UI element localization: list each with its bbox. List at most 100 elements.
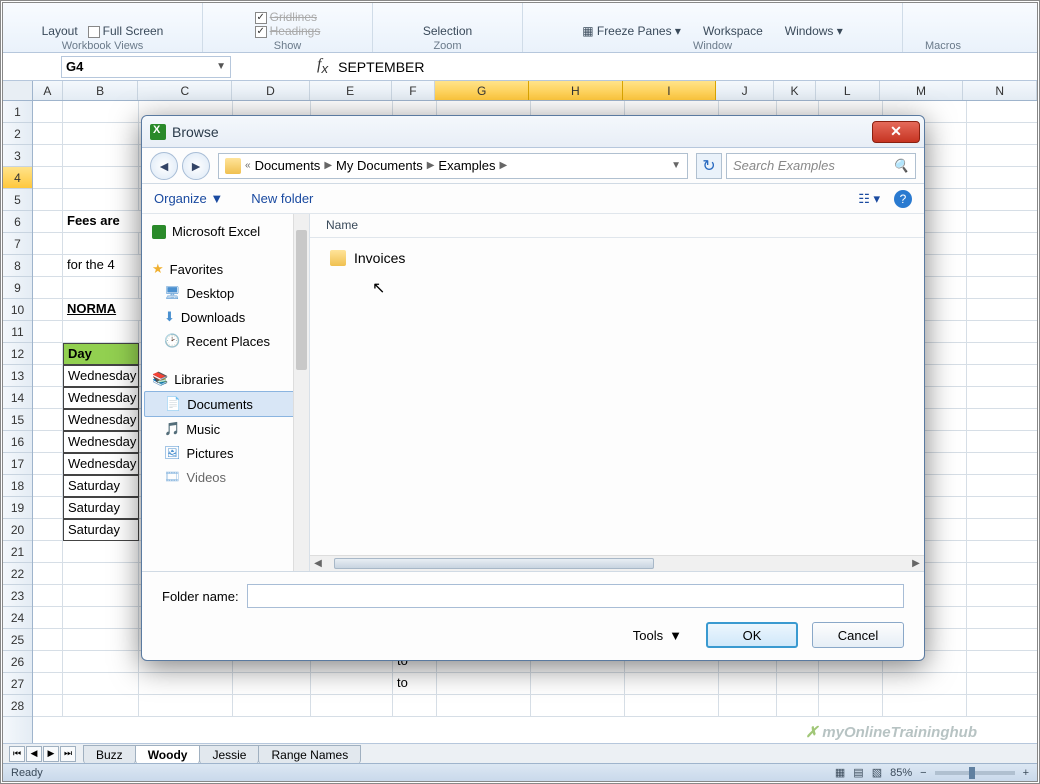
row-header-26[interactable]: 26: [3, 651, 32, 673]
zoom-level[interactable]: 85%: [890, 767, 912, 779]
gridlines-toggle[interactable]: Gridlines: [255, 10, 317, 24]
folder-name-input[interactable]: [247, 584, 904, 608]
zoom-slider[interactable]: [935, 771, 1015, 775]
row-header-24[interactable]: 24: [3, 607, 32, 629]
side-videos[interactable]: 🎞Videos: [144, 465, 307, 489]
view-pagebreak-icon[interactable]: ▧: [872, 766, 882, 779]
cell[interactable]: Saturday: [63, 475, 139, 497]
folder-invoices[interactable]: Invoices: [326, 246, 908, 270]
row-header-9[interactable]: 9: [3, 277, 32, 299]
crumb-mydocuments[interactable]: My Documents: [336, 158, 423, 173]
sheet-nav-first[interactable]: ⏮: [9, 746, 25, 762]
row-header-5[interactable]: 5: [3, 189, 32, 211]
col-header-D[interactable]: D: [232, 81, 310, 100]
side-recent[interactable]: 🕑Recent Places: [144, 329, 307, 353]
row-header-3[interactable]: 3: [3, 145, 32, 167]
windows-button[interactable]: Windows ▾: [785, 24, 843, 38]
sheet-nav-last[interactable]: ⏭: [60, 746, 76, 762]
row-header-16[interactable]: 16: [3, 431, 32, 453]
side-scrollbar[interactable]: [293, 214, 309, 571]
organize-menu[interactable]: Organize ▼: [154, 191, 223, 206]
close-button[interactable]: ✕: [872, 121, 920, 143]
selection-button[interactable]: Selection: [423, 24, 472, 38]
tab-range-names[interactable]: Range Names: [258, 745, 361, 764]
cancel-button[interactable]: Cancel: [812, 622, 904, 648]
side-pictures[interactable]: 🖼Pictures: [144, 441, 307, 465]
row-header-27[interactable]: 27: [3, 673, 32, 695]
side-excel[interactable]: Microsoft Excel: [144, 220, 307, 243]
sheet-nav-next[interactable]: ▶: [43, 746, 59, 762]
row-header-22[interactable]: 22: [3, 563, 32, 585]
row-header-18[interactable]: 18: [3, 475, 32, 497]
col-header-C[interactable]: C: [138, 81, 232, 100]
new-folder-button[interactable]: New folder: [251, 191, 313, 206]
col-header-N[interactable]: N: [963, 81, 1037, 100]
fx-icon[interactable]: fx: [317, 56, 328, 76]
side-documents[interactable]: 📄Documents: [144, 391, 307, 417]
name-box[interactable]: G4▼: [61, 56, 231, 78]
tab-woody[interactable]: Woody: [135, 745, 201, 764]
forward-button[interactable]: ►: [182, 152, 210, 180]
row-header-13[interactable]: 13: [3, 365, 32, 387]
row-header-17[interactable]: 17: [3, 453, 32, 475]
row-header-10[interactable]: 10: [3, 299, 32, 321]
row-header-25[interactable]: 25: [3, 629, 32, 651]
row-header-23[interactable]: 23: [3, 585, 32, 607]
cell[interactable]: Saturday: [63, 519, 139, 541]
row-header-14[interactable]: 14: [3, 387, 32, 409]
list-header-name[interactable]: Name: [310, 214, 924, 238]
fullscreen-button[interactable]: Full Screen: [88, 24, 164, 38]
ok-button[interactable]: OK: [706, 622, 798, 648]
folder-tree[interactable]: Microsoft Excel ★Favorites 🖥Desktop ⬇Dow…: [142, 214, 310, 571]
side-music[interactable]: 🎵Music: [144, 417, 307, 441]
cell[interactable]: Wednesday: [63, 453, 139, 475]
row-header-8[interactable]: 8: [3, 255, 32, 277]
col-header-K[interactable]: K: [774, 81, 816, 100]
side-downloads[interactable]: ⬇Downloads: [144, 305, 307, 329]
row-header-7[interactable]: 7: [3, 233, 32, 255]
row-header-21[interactable]: 21: [3, 541, 32, 563]
col-header-J[interactable]: J: [716, 81, 774, 100]
col-header-B[interactable]: B: [63, 81, 139, 100]
col-header-E[interactable]: E: [310, 81, 392, 100]
col-header-A[interactable]: A: [33, 81, 63, 100]
zoom-out-icon[interactable]: −: [920, 767, 926, 779]
view-normal-icon[interactable]: ▦: [835, 766, 845, 779]
select-all-corner[interactable]: [3, 81, 33, 100]
cell[interactable]: to: [393, 673, 437, 695]
row-header-1[interactable]: 1: [3, 101, 32, 123]
chevron-down-icon[interactable]: ▼: [216, 61, 226, 72]
row-header-12[interactable]: 12: [3, 343, 32, 365]
help-icon[interactable]: ?: [894, 190, 912, 208]
tab-jessie[interactable]: Jessie: [199, 745, 259, 764]
row-header-28[interactable]: 28: [3, 695, 32, 717]
cell[interactable]: Wednesday: [63, 431, 139, 453]
col-header-M[interactable]: M: [880, 81, 964, 100]
tab-buzz[interactable]: Buzz: [83, 745, 136, 764]
view-menu[interactable]: ☷ ▾: [858, 191, 880, 207]
refresh-button[interactable]: ↻: [696, 153, 722, 179]
freeze-panes-button[interactable]: ▦ Freeze Panes ▾: [582, 24, 681, 38]
crumb-documents[interactable]: Documents: [255, 158, 321, 173]
row-header-20[interactable]: 20: [3, 519, 32, 541]
formula-input[interactable]: SEPTEMBER: [338, 59, 424, 75]
sheet-nav-prev[interactable]: ◀: [26, 746, 42, 762]
crumb-examples[interactable]: Examples: [438, 158, 495, 173]
view-layout-icon[interactable]: ▤: [853, 766, 863, 779]
col-header-I[interactable]: I: [623, 81, 717, 100]
tools-menu[interactable]: Tools ▼: [633, 628, 682, 643]
row-header-11[interactable]: 11: [3, 321, 32, 343]
side-libraries[interactable]: 📚Libraries: [144, 367, 307, 391]
search-input[interactable]: Search Examples 🔍: [726, 153, 916, 179]
col-header-H[interactable]: H: [529, 81, 623, 100]
col-header-G[interactable]: G: [435, 81, 529, 100]
breadcrumb[interactable]: « Documents▶ My Documents▶ Examples▶ ▼: [218, 153, 688, 179]
headings-toggle[interactable]: Headings: [255, 24, 321, 38]
side-desktop[interactable]: 🖥Desktop: [144, 281, 307, 305]
file-list[interactable]: Invoices ↖: [310, 238, 924, 555]
layout-button[interactable]: Layout: [42, 24, 78, 38]
cell[interactable]: Saturday: [63, 497, 139, 519]
row-header-2[interactable]: 2: [3, 123, 32, 145]
back-button[interactable]: ◄: [150, 152, 178, 180]
row-header-6[interactable]: 6: [3, 211, 32, 233]
